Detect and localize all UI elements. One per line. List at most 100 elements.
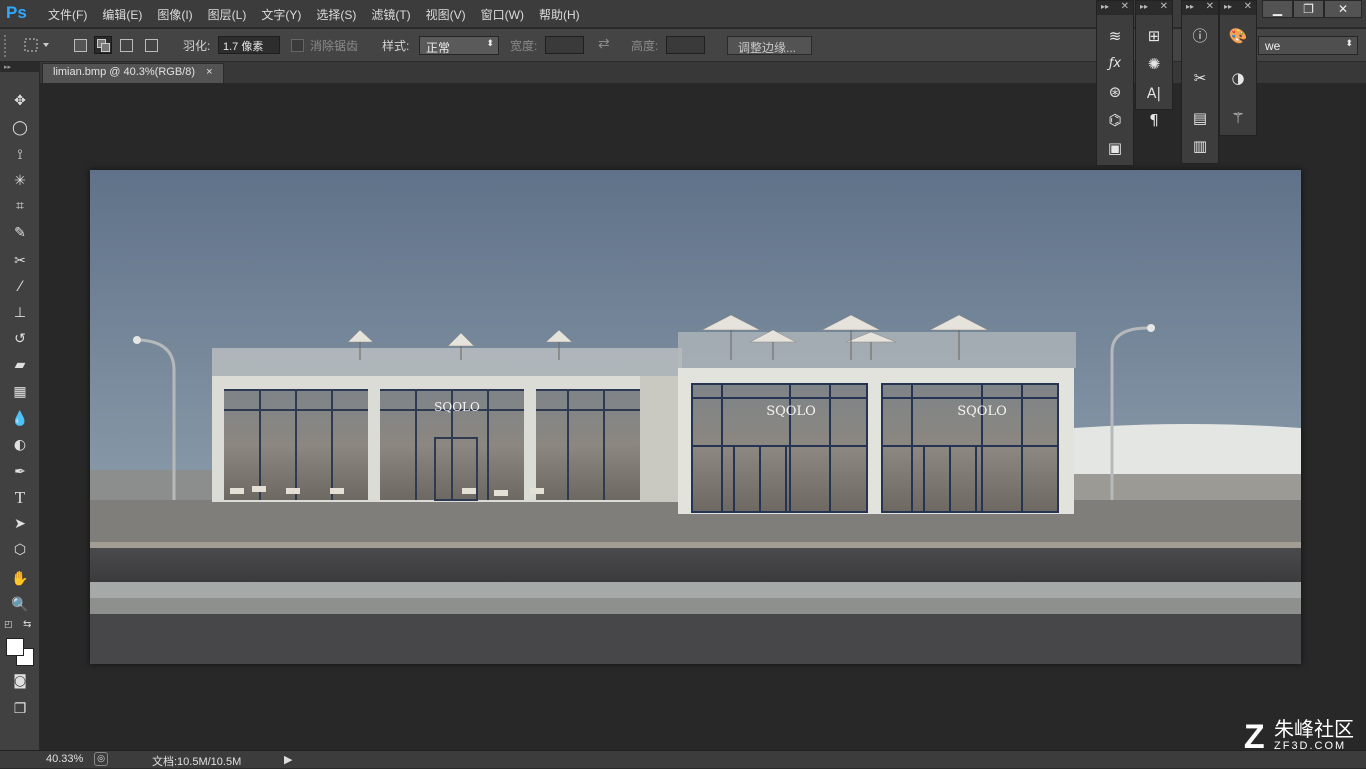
watermark: Z 朱峰社区 ZF3D.COM	[1244, 720, 1354, 754]
menu-file[interactable]: 文件(F)	[48, 6, 87, 23]
brush-tool-icon[interactable]: ⁄	[9, 276, 31, 298]
menu-type[interactable]: 文字(Y)	[261, 6, 301, 23]
default-colors-icon[interactable]: ◰	[4, 620, 13, 630]
panel-column-4: ▸▸ ✕ 🎨 ◑ ⚚	[1219, 0, 1257, 136]
layers-icon[interactable]: ≋	[1097, 23, 1133, 49]
style-label: 样式:	[382, 39, 410, 53]
subtract-selection-icon[interactable]	[120, 39, 133, 52]
sign-middle: SQOLO	[766, 404, 816, 419]
document-image[interactable]: SQOLO SQOLO SQOLO	[90, 170, 1301, 664]
status-menu-arrow-icon[interactable]: ▶	[284, 753, 292, 766]
brush-presets-icon[interactable]: ⚚	[1220, 105, 1256, 131]
intersect-selection-icon[interactable]	[145, 39, 158, 52]
storefront-render: SQOLO SQOLO SQOLO	[90, 170, 1301, 664]
eyedropper-tool-icon[interactable]: ✎	[9, 222, 31, 244]
character-icon[interactable]: A|	[1136, 81, 1172, 107]
watermark-brand: 朱峰社区	[1274, 719, 1354, 741]
menu-filter[interactable]: 滤镜(T)	[371, 6, 410, 23]
feather-label: 羽化:	[183, 39, 211, 53]
history-icon[interactable]: ▥	[1182, 133, 1218, 159]
menu-image[interactable]: 图像(I)	[157, 6, 192, 23]
workspace-select[interactable]: we ⬍	[1258, 36, 1358, 55]
quick-mask-icon[interactable]: ◙	[9, 670, 31, 692]
styles-icon[interactable]: ƒx	[1097, 51, 1133, 77]
navigator-icon[interactable]: ✺	[1136, 51, 1172, 77]
menu-help[interactable]: 帮助(H)	[539, 6, 580, 23]
marquee-preset-icon[interactable]	[24, 38, 50, 52]
menu-window[interactable]: 窗口(W)	[481, 6, 524, 23]
pen-tool-icon[interactable]: ✒	[9, 461, 31, 483]
3d-icon[interactable]: ▣	[1097, 135, 1133, 161]
screen-mode-icon[interactable]: ❐	[9, 698, 31, 720]
hand-tool-icon[interactable]: ✋	[9, 568, 31, 590]
new-selection-icon[interactable]	[74, 39, 87, 52]
zoom-tool-icon[interactable]: 🔍	[9, 594, 31, 616]
tools-panel: ▸▸ ✥ ◯ ⟟ ✳ ⌗ ✎ ✂ ⁄ ⊥ ↺ ▰ ▦ 💧 ◐ ✒ T ➤ ⬡ ✋…	[0, 62, 40, 750]
tools-panel-header[interactable]: ▸▸	[0, 62, 40, 72]
eraser-tool-icon[interactable]: ▰	[9, 354, 31, 376]
style-select-value: 正常	[426, 41, 451, 55]
menu-layer[interactable]: 图层(L)	[208, 6, 247, 23]
panel-header[interactable]: ▸▸ ✕	[1220, 1, 1256, 15]
panel-header[interactable]: ▸▸ ✕	[1136, 1, 1172, 15]
menu-view[interactable]: 视图(V)	[426, 6, 466, 23]
style-select[interactable]: 正常 ⬍	[419, 36, 499, 55]
menu-edit[interactable]: 编辑(E)	[102, 6, 142, 23]
feather-input[interactable]: 1.7 像素	[218, 36, 280, 54]
timeline-icon[interactable]: ⊞	[1136, 23, 1172, 49]
antialias-checkbox[interactable]	[291, 39, 304, 52]
adjustments-icon[interactable]: ◑	[1220, 65, 1256, 91]
minimize-button[interactable]: ▁	[1262, 0, 1293, 18]
panel-column-3: ▸▸ ✕ ⓘ ✂ ▤ ▥	[1181, 0, 1219, 164]
close-tab-icon[interactable]: ×	[206, 66, 212, 78]
height-label: 高度:	[631, 39, 659, 53]
status-export-icon[interactable]: ◎	[94, 752, 108, 766]
swatches-icon[interactable]: 🎨	[1220, 23, 1256, 49]
path-selection-tool-icon[interactable]: ➤	[9, 513, 31, 535]
sign-right: SQOLO	[957, 404, 1007, 419]
chevron-updown-icon: ⬍	[486, 38, 494, 48]
paths-icon[interactable]: ⌬	[1097, 107, 1133, 133]
restore-button[interactable]: ❐	[1293, 0, 1324, 18]
zoom-level[interactable]: 40.33%	[46, 753, 83, 765]
menu-items: 文件(F) 编辑(E) 图像(I) 图层(L) 文字(Y) 选择(S) 滤镜(T…	[48, 6, 595, 23]
tool-presets-icon[interactable]: ✂	[1182, 65, 1218, 91]
move-tool-icon[interactable]: ✥	[9, 90, 31, 112]
add-selection-icon[interactable]	[94, 36, 112, 54]
width-input[interactable]	[545, 36, 584, 54]
close-window-button[interactable]: ✕	[1324, 0, 1362, 18]
clone-stamp-tool-icon[interactable]: ⊥	[9, 302, 31, 324]
chevron-updown-icon: ⬍	[1345, 38, 1353, 48]
lasso-tool-icon[interactable]: ⟟	[9, 144, 31, 166]
gradient-tool-icon[interactable]: ▦	[9, 381, 31, 403]
dodge-tool-icon[interactable]: ◐	[9, 434, 31, 456]
magic-wand-tool-icon[interactable]: ✳	[9, 170, 31, 192]
spot-healing-tool-icon[interactable]: ✂	[9, 250, 31, 272]
refine-edge-button[interactable]: 调整边缘...	[727, 36, 812, 55]
crop-tool-icon[interactable]: ⌗	[9, 195, 31, 217]
watermark-domain: ZF3D.COM	[1274, 740, 1347, 752]
paragraph-icon[interactable]: ¶	[1136, 107, 1172, 133]
options-grip[interactable]	[4, 35, 8, 57]
menu-select[interactable]: 选择(S)	[316, 6, 356, 23]
blur-tool-icon[interactable]: 💧	[9, 408, 31, 430]
document-info: 文档:10.5M/10.5M	[152, 756, 242, 768]
history-brush-tool-icon[interactable]: ↺	[9, 328, 31, 350]
info-icon[interactable]: ⓘ	[1182, 23, 1218, 49]
panel-column-2: ▸▸ ✕ ⊞ ✺ A| ¶	[1135, 0, 1173, 129]
document-tab-title: limian.bmp @ 40.3%(RGB/8)	[53, 66, 195, 78]
foreground-color-swatch[interactable]	[6, 638, 24, 656]
swap-colors-icon[interactable]: ⇆	[23, 619, 31, 630]
status-bar: 40.33% ◎ 文档:10.5M/10.5M ▶	[0, 750, 1366, 768]
type-tool-icon[interactable]: T	[9, 487, 31, 509]
notes-icon[interactable]: ▤	[1182, 105, 1218, 131]
panel-header[interactable]: ▸▸ ✕	[1097, 1, 1133, 15]
sign-left: SQOLO	[434, 400, 480, 414]
panel-header[interactable]: ▸▸ ✕	[1182, 1, 1218, 15]
elliptical-marquee-tool-icon[interactable]: ◯	[9, 117, 31, 139]
shape-tool-icon[interactable]: ⬡	[9, 539, 31, 561]
swap-icon[interactable]: ⇄	[598, 35, 610, 52]
document-tab[interactable]: limian.bmp @ 40.3%(RGB/8) ×	[42, 63, 224, 83]
channels-icon[interactable]: ⊛	[1097, 79, 1133, 105]
height-input[interactable]	[666, 36, 705, 54]
